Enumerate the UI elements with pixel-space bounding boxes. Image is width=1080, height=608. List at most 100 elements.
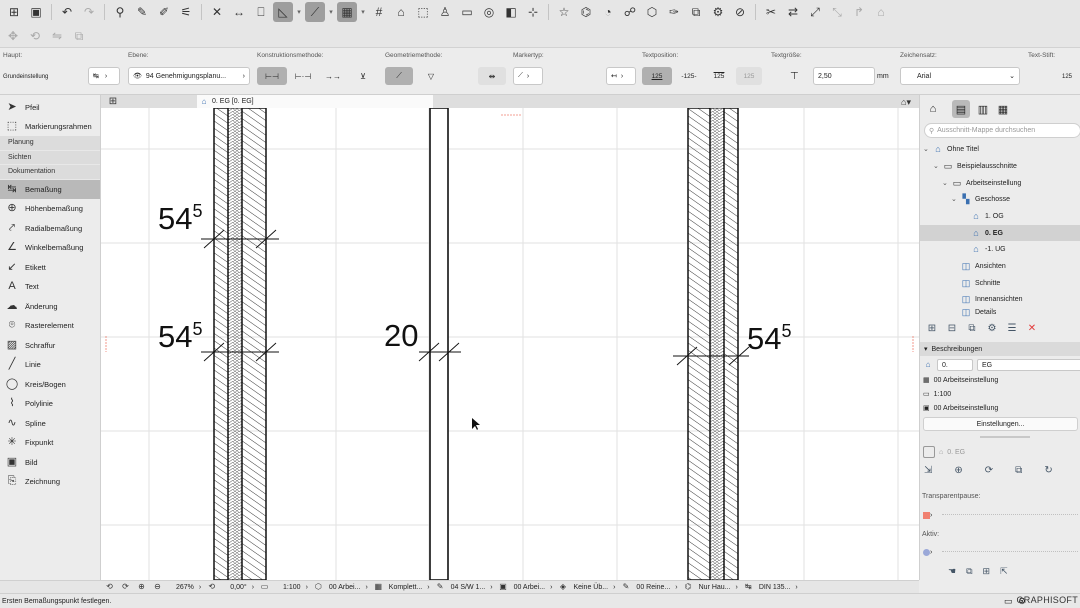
text-position-rotated[interactable]: 125 — [736, 67, 762, 85]
dimension-type-selector[interactable]: ↹ › — [88, 67, 120, 85]
roof-icon[interactable]: ⌂ — [391, 2, 411, 22]
descriptions-header[interactable]: ▾ Beschreibungen — [920, 342, 1080, 356]
text-position-above[interactable]: 125 — [642, 67, 672, 85]
zoom-icon[interactable]: ⊕ — [136, 582, 147, 593]
dimension-label[interactable]: 545 — [158, 202, 203, 234]
construction-method-chain[interactable]: ⊢·⊣ — [290, 67, 316, 85]
geometry-method-angle[interactable]: ▽ — [418, 67, 444, 85]
copy-icon[interactable]: ⧉ — [966, 566, 972, 577]
tool-etikett[interactable]: ↙ Etikett — [0, 258, 100, 278]
surface-icon[interactable]: ◔ — [598, 2, 618, 22]
tab-floor-plan[interactable]: ⌂ 0. EG [0. EG] — [197, 95, 433, 108]
scale-value[interactable]: 1:100 — [283, 584, 301, 591]
chevron-right-icon[interactable]: › — [490, 584, 492, 591]
tree-item[interactable]: ⌄ ▚ Geschosse — [951, 191, 1010, 207]
tree-item[interactable]: ⌂ 1. OG — [970, 208, 1003, 224]
layout-book-icon[interactable]: ▥ — [974, 100, 992, 118]
tree-item[interactable]: ⌄ ▭ Arbeitseinstellung — [942, 175, 1021, 191]
dimension-icon[interactable]: ↔ — [229, 2, 249, 22]
tool-winkelbemassung[interactable]: ∠ Winkelbemaßung — [0, 238, 100, 258]
new-folder-icon[interactable]: ⊟ — [944, 321, 960, 337]
grid-icon[interactable]: ⊞ — [4, 2, 24, 22]
new-view-icon[interactable]: ⊞ — [924, 321, 940, 337]
chevron-right-icon[interactable]: › — [365, 584, 367, 591]
text-size-input[interactable]: 2,50 — [813, 67, 875, 85]
delete-icon[interactable]: ✕ — [1024, 321, 1040, 337]
complete-value[interactable]: Komplett... — [389, 584, 422, 591]
redo-icon[interactable]: ↷ — [79, 2, 99, 22]
navigator-search[interactable]: ⚲ Ausschnitt-Mappe durchsuchen — [924, 123, 1080, 138]
construction-method-base[interactable]: →→ — [322, 67, 344, 85]
chevron-right-icon[interactable]: › — [199, 584, 201, 591]
tool-spline[interactable]: ∿ Spline — [0, 414, 100, 434]
frame-icon[interactable]: ⊞ — [983, 566, 991, 577]
adjust-icon[interactable]: ⤢ — [805, 2, 825, 22]
text-pen-value[interactable]: 125 — [1062, 67, 1072, 86]
undo-icon[interactable]: ↶ — [57, 2, 77, 22]
add-icon[interactable]: ⊕ — [954, 465, 962, 476]
tool-fixpunkt[interactable]: ✳ Fixpunkt — [0, 433, 100, 453]
trace-icon[interactable]: ✕ — [207, 2, 227, 22]
more-icon[interactable]: ⊹ — [523, 2, 543, 22]
category-dokumentation[interactable]: Dokumentation — [0, 165, 100, 180]
text-position-center[interactable]: -125- — [675, 67, 703, 85]
aktiv-selector[interactable]: › — [923, 547, 937, 557]
model-view-icon[interactable]: ⚙ — [708, 2, 728, 22]
aktiv-slider[interactable] — [942, 551, 1078, 552]
marker-type-selector[interactable]: ⟋ › — [513, 67, 543, 85]
fit-icon[interactable]: ⊖ — [152, 582, 163, 593]
tool-linie[interactable]: ╱ Linie — [0, 355, 100, 375]
category-planung[interactable]: Planung — [0, 136, 100, 151]
door-icon[interactable]: ⧉ — [686, 2, 706, 22]
desc-name-field[interactable]: EG — [977, 359, 1080, 371]
transparent-slider[interactable] — [942, 514, 1078, 515]
tool-kreisbogen[interactable]: ◯ Kreis/Bogen — [0, 375, 100, 395]
chevron-down-icon[interactable]: ▾ — [359, 2, 367, 22]
tree-item[interactable]: ◫ Details — [960, 308, 997, 317]
dimension-label[interactable]: 545 — [158, 320, 203, 352]
zoom-out-icon[interactable]: ⟳ — [120, 582, 131, 593]
view-map-icon[interactable]: ▤ — [952, 100, 970, 118]
renovation-icon[interactable]: ⊘ — [730, 2, 750, 22]
chevron-right-icon[interactable]: › — [550, 584, 552, 591]
layer-combo-value[interactable]: 00 Arbei... — [329, 584, 361, 591]
tree-item[interactable]: ⌄ ▭ Beispielausschnitte — [933, 158, 1017, 174]
mirror-icon[interactable]: ⇋ — [48, 27, 66, 45]
pen-set-value[interactable]: 04 S/W 1... — [451, 584, 486, 591]
desc-id-field[interactable]: 0. — [937, 359, 973, 371]
rotate-icon[interactable]: ⟲ — [26, 27, 44, 45]
construction-method-single[interactable]: ⊢⊣ — [257, 67, 287, 85]
model-view-value[interactable]: 00 Arbei... — [514, 584, 546, 591]
zoom-in-icon[interactable]: ⟲ — [104, 582, 115, 593]
tool-polylinie[interactable]: ⌇ Polylinie — [0, 394, 100, 414]
mesh-icon[interactable]: ⌬ — [576, 2, 596, 22]
dimension-label[interactable]: 545 — [747, 322, 792, 354]
marker-settings-button[interactable]: ⇹ — [478, 67, 506, 85]
tool-bild[interactable]: ▣ Bild — [0, 453, 100, 473]
hand-icon[interactable]: ☚ — [948, 566, 956, 577]
tool-aenderung[interactable]: ☁ Änderung — [0, 297, 100, 317]
tree-item[interactable]: ◫ Innenansichten — [960, 291, 1023, 307]
chevron-right-icon[interactable]: › — [675, 584, 677, 591]
window-icon[interactable]: ▭ — [1004, 596, 1013, 607]
text-position-below[interactable]: 125 — [706, 67, 732, 85]
tool-rasterelement[interactable]: ⌾ Rasterelement — [0, 316, 100, 336]
layer-selector[interactable]: 👁 94 Genehmigungsplanu... › — [128, 67, 250, 85]
pen-set-icon[interactable]: ✑ — [664, 2, 684, 22]
chevron-right-icon[interactable]: › — [252, 584, 254, 591]
chevron-right-icon[interactable]: › — [795, 584, 797, 591]
tree-item[interactable]: ⌂ 0. EG — [920, 225, 1080, 241]
tree-item[interactable]: ⌂ -1. UG — [970, 241, 1005, 257]
tool-zeichnung[interactable]: ⎘ Zeichnung — [0, 472, 100, 492]
split-icon[interactable]: ✂ — [761, 2, 781, 22]
chevron-down-icon[interactable]: ▾ — [295, 2, 303, 22]
clone-view-icon[interactable]: ⧉ — [964, 321, 980, 337]
transparent-selector[interactable]: › — [923, 510, 937, 520]
find-select-icon[interactable]: ⚲ — [110, 2, 130, 22]
save-icon[interactable]: ▣ — [26, 2, 46, 22]
zoom-value[interactable]: 267% — [176, 584, 194, 591]
export-icon[interactable]: ⇱ — [1000, 566, 1008, 577]
tool-radialbemassung[interactable]: ⤤ Radialbemaßung — [0, 219, 100, 239]
tool-arrow[interactable]: ➤ Pfeil — [0, 98, 100, 117]
gradient-icon[interactable]: ◧ — [501, 2, 521, 22]
